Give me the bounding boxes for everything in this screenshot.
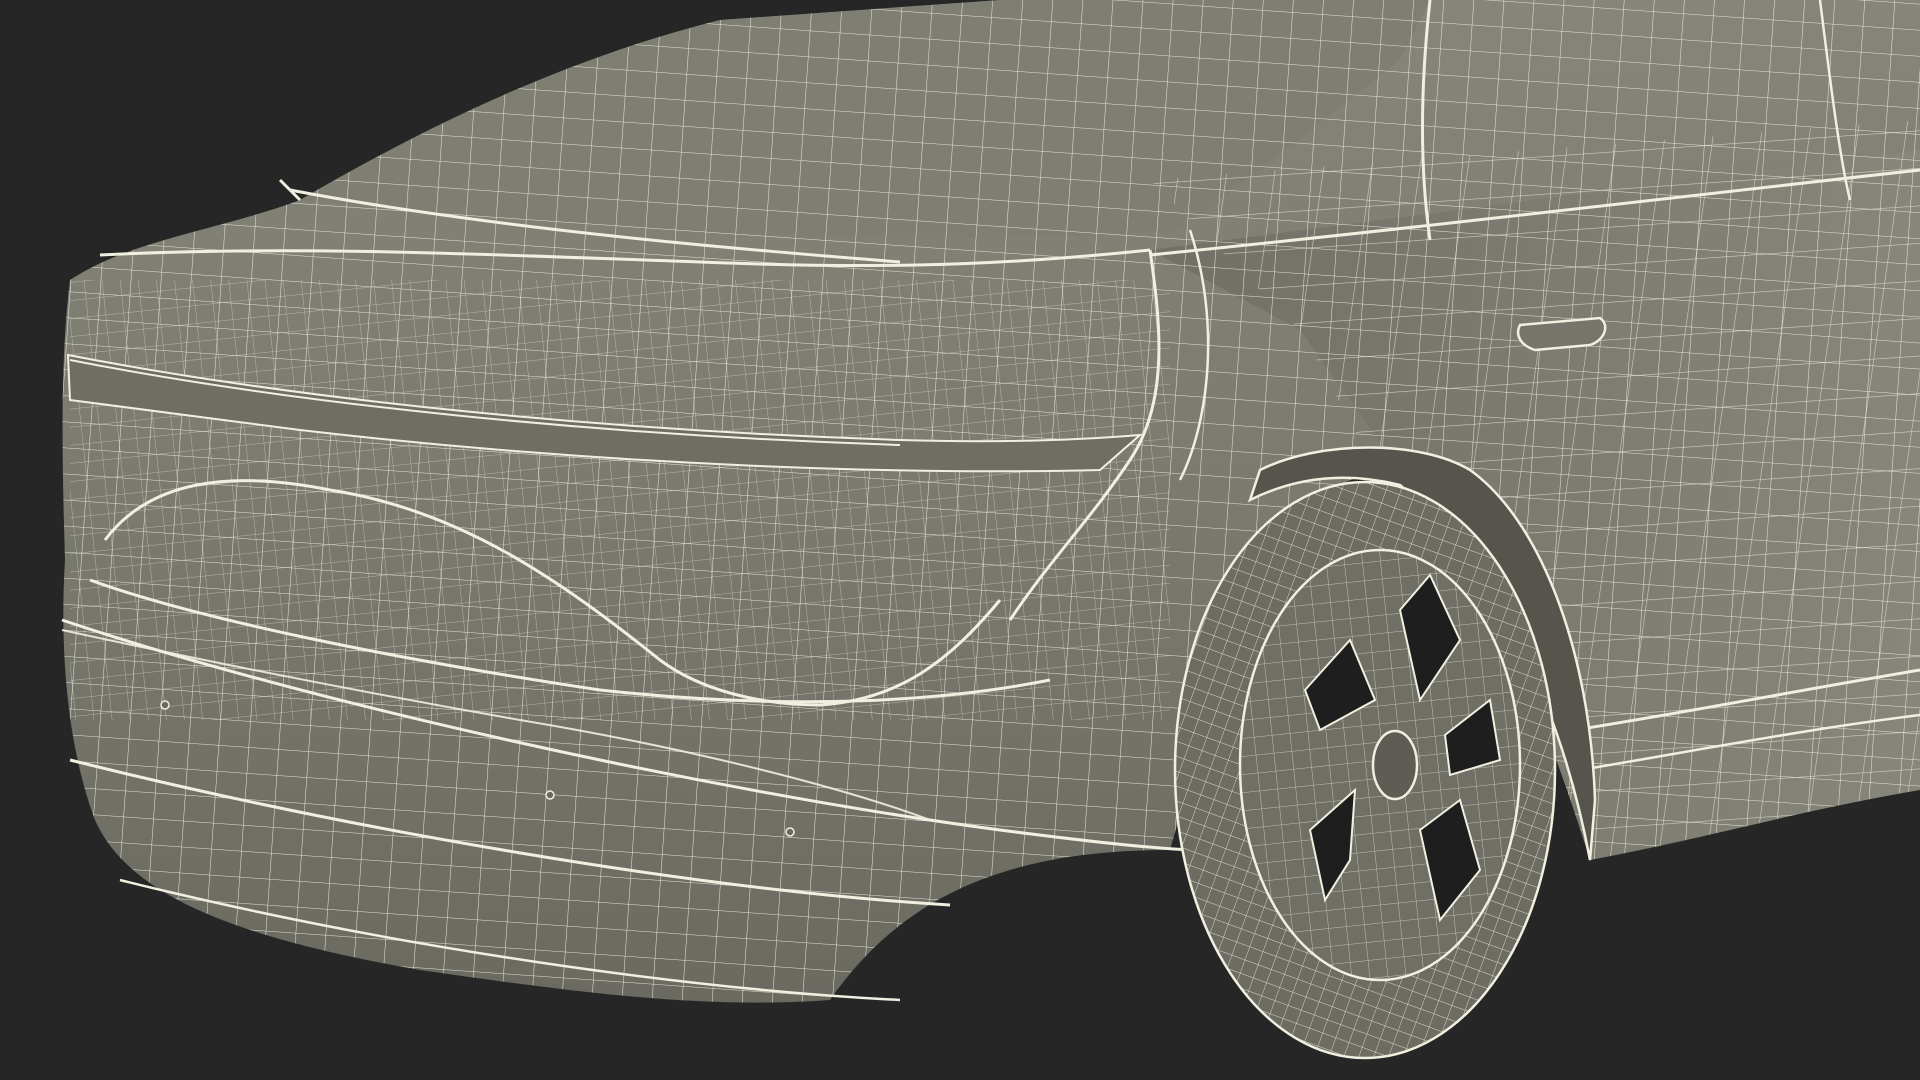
parking-sensor-1 xyxy=(160,700,170,710)
wheel-hub xyxy=(1371,729,1419,801)
parking-sensor-2 xyxy=(545,790,555,800)
render-viewport xyxy=(0,0,1920,1080)
door-handle xyxy=(1516,316,1607,352)
car-wireframe-render xyxy=(0,0,1920,1080)
parking-sensor-3 xyxy=(785,827,795,837)
